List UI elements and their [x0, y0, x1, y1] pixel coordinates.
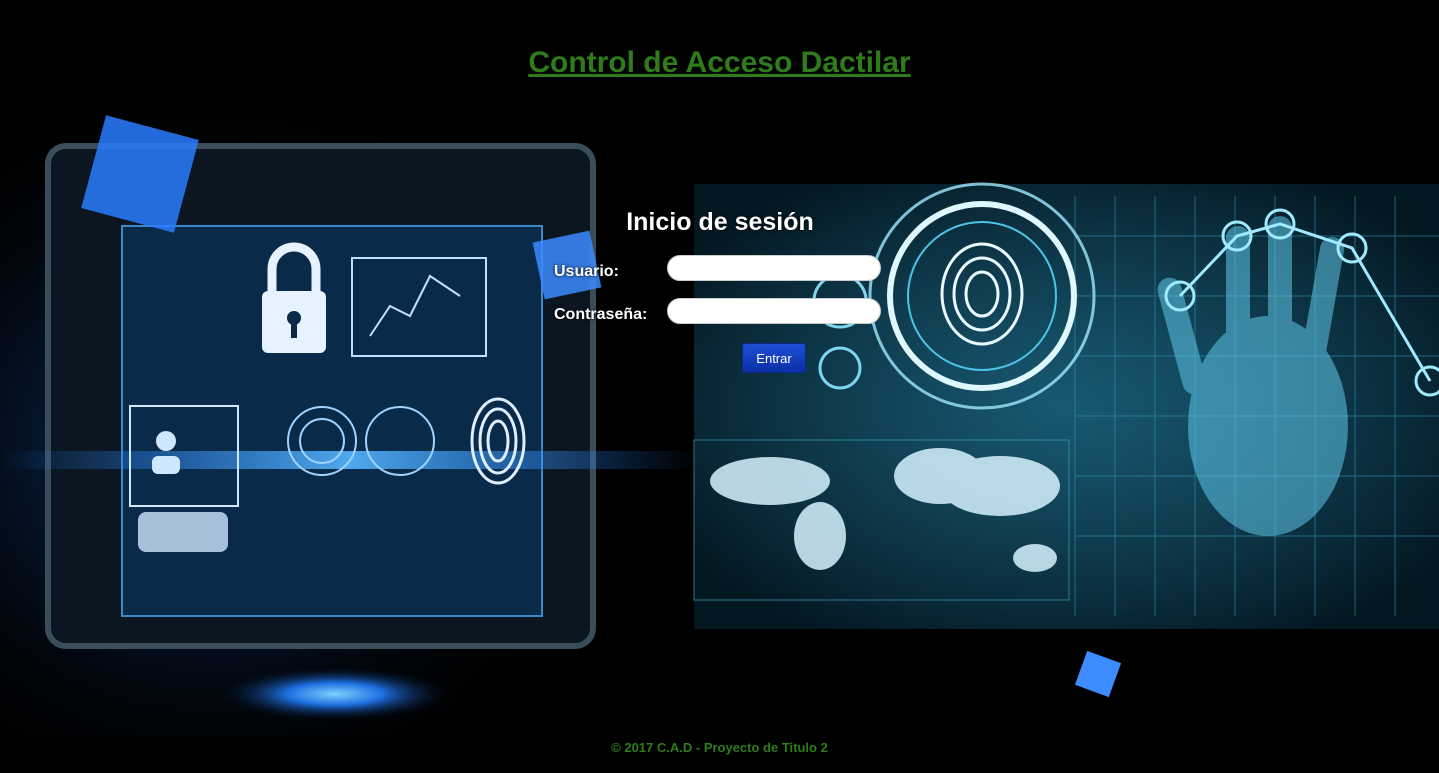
login-heading: Inicio de sesión [626, 208, 814, 236]
username-label: Usuario: [554, 263, 619, 280]
footer-copyright: © 2017 C.A.D - Proyecto de Titulo 2 [611, 740, 828, 755]
submit-button[interactable]: Entrar [742, 343, 806, 373]
password-input[interactable] [667, 298, 881, 324]
username-input[interactable] [667, 255, 881, 281]
password-row: Contraseña: [540, 296, 900, 336]
login-form: Inicio de sesión Usuario: Contraseña: En… [540, 200, 900, 373]
password-label: Contraseña: [554, 306, 648, 323]
page-title[interactable]: Control de Acceso Dactilar [0, 46, 1439, 80]
username-row: Usuario: [540, 253, 900, 293]
background-illustration [0, 96, 1439, 736]
world-map-icon [138, 512, 228, 552]
page: Control de Acceso Dactilar Inicio de ses… [0, 0, 1439, 773]
